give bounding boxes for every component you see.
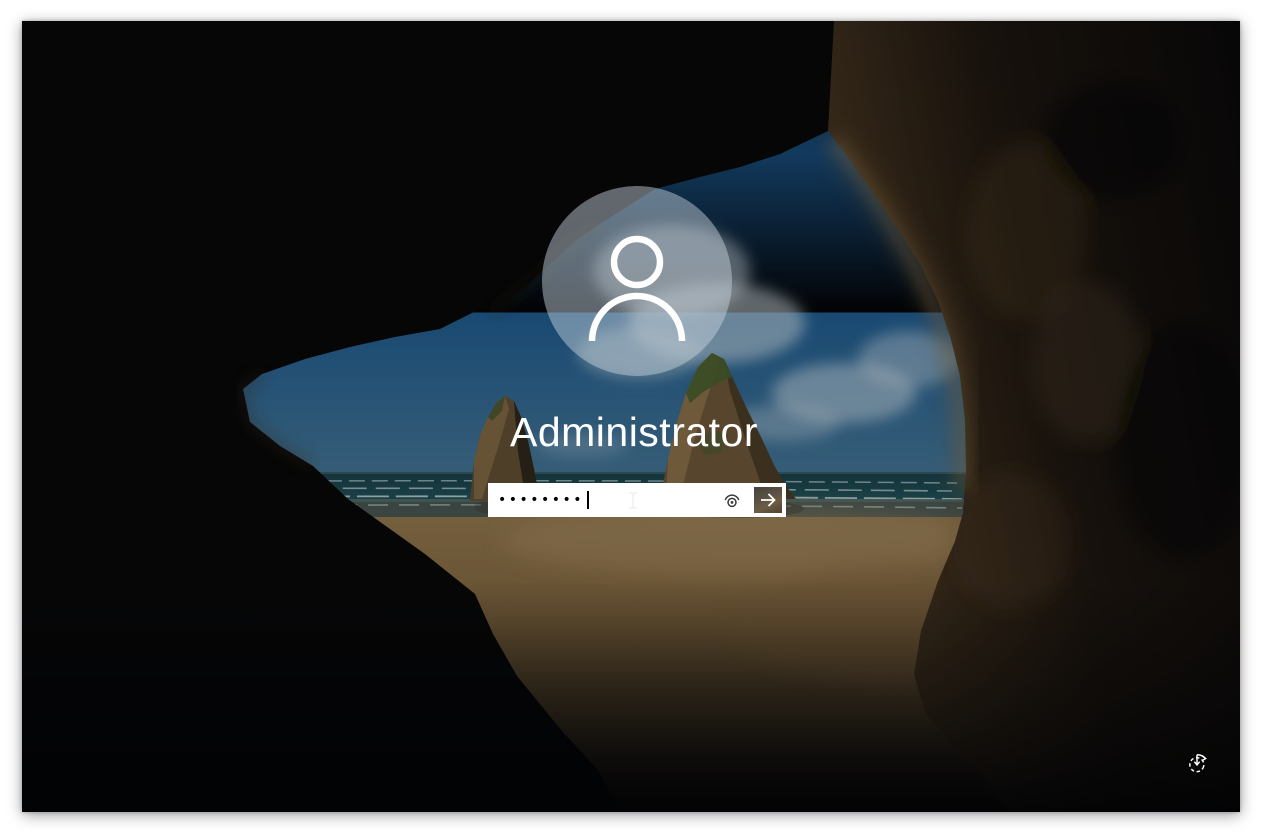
username-label: Administrator xyxy=(25,409,1240,456)
reveal-password-eye-icon[interactable] xyxy=(720,489,744,511)
password-masked-value: •••••••• xyxy=(498,483,584,517)
arrow-right-icon xyxy=(758,490,778,510)
lock-screen: Administrator •••••••• xyxy=(22,21,1240,812)
ease-of-access-button[interactable] xyxy=(1180,747,1214,781)
user-avatar xyxy=(542,186,732,376)
mouse-cursor-ibeam xyxy=(628,492,638,509)
password-field[interactable]: •••••••• xyxy=(488,483,786,517)
person-icon xyxy=(572,220,702,350)
submit-password-button[interactable] xyxy=(752,485,784,515)
ease-of-access-icon xyxy=(1186,748,1208,780)
text-caret xyxy=(587,491,589,509)
